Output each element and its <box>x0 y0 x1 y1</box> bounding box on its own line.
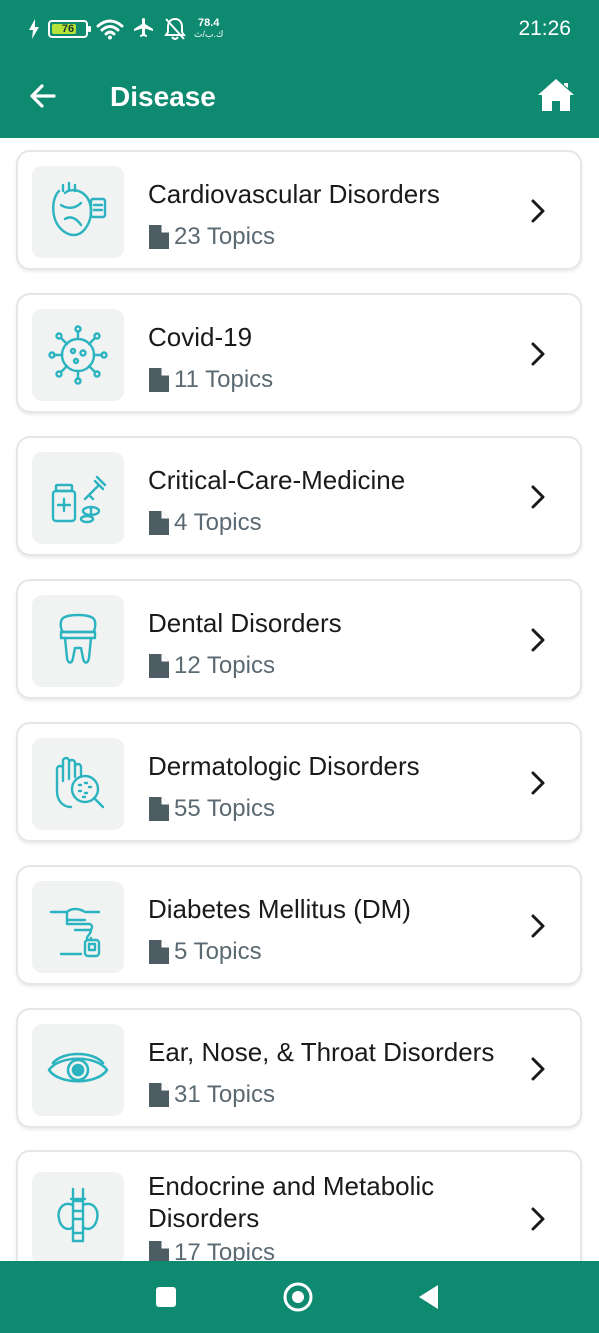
category-name: Endocrine and Metabolic Disorders <box>148 1171 435 1233</box>
topic-count: 11 Topics <box>148 365 273 395</box>
app-bar: Disease <box>0 58 599 138</box>
topic-count-label: 23 Topics <box>174 223 275 250</box>
clock: 21:26 <box>518 17 571 40</box>
airplane-mode-icon <box>134 18 153 37</box>
network-speed-unit: ك.ب/ث <box>194 29 224 39</box>
chevron-right-icon <box>531 628 545 652</box>
topic-count-label: 5 Topics <box>174 938 262 965</box>
battery-icon: 76 <box>48 20 91 38</box>
document-icon <box>149 654 169 678</box>
chevron-right-icon <box>531 771 545 795</box>
topic-count-label: 12 Topics <box>174 652 275 679</box>
category-thumb <box>32 1172 124 1261</box>
topic-count-label: 31 Topics <box>174 1081 275 1108</box>
topic-count: 17 Topics <box>148 1238 275 1261</box>
topic-count: 55 Topics <box>148 794 275 824</box>
topic-count-label: 17 Topics <box>174 1239 275 1261</box>
category-card-dental[interactable]: Dental Disorders 12 Topics <box>16 579 582 699</box>
virus-icon <box>48 325 108 385</box>
network-speed: 78.4 ك.ب/ث <box>194 18 223 40</box>
chevron-right-icon <box>531 342 545 366</box>
home-icon <box>538 79 574 111</box>
category-name: Covid-19 <box>148 322 253 352</box>
document-icon <box>149 511 169 535</box>
chevron-right-icon <box>531 1057 545 1081</box>
document-icon <box>149 368 169 392</box>
topic-count-label: 11 Topics <box>174 366 274 393</box>
battery-level: 76 <box>61 23 75 35</box>
document-icon <box>149 225 169 249</box>
category-card-critical-care[interactable]: Critical-Care-Medicine 4 Topics <box>16 436 582 556</box>
document-icon <box>149 1241 169 1261</box>
category-thumb <box>32 881 124 973</box>
topic-count: 31 Topics <box>148 1080 275 1110</box>
arrow-left-icon <box>30 84 56 108</box>
medicine-syringe-icon <box>51 475 107 524</box>
thyroid-icon <box>57 1187 99 1243</box>
square-icon <box>156 1287 176 1307</box>
glucose-meter-icon <box>49 907 101 958</box>
document-icon <box>149 1083 169 1107</box>
category-card-diabetes[interactable]: Diabetes Mellitus (DM) 5 Topics <box>16 865 582 985</box>
chevron-right-icon <box>531 199 545 223</box>
skin-magnifier-icon <box>55 756 105 809</box>
category-card-covid[interactable]: Covid-19 11 Topics <box>16 293 582 413</box>
chevron-right-icon <box>531 485 545 509</box>
recents-button[interactable] <box>148 1279 184 1315</box>
tooth-icon <box>59 613 97 664</box>
document-icon <box>149 940 169 964</box>
category-name: Dermatologic Disorders <box>148 751 420 781</box>
status-bar: 76 78.4 ك.ب/ث 21:26 <box>0 0 599 58</box>
status-icons: 76 78.4 ك.ب/ث <box>28 16 223 42</box>
back-button[interactable] <box>24 76 64 116</box>
chevron-right-icon <box>531 1207 545 1231</box>
system-nav-bar <box>0 1261 599 1333</box>
home-button[interactable] <box>535 74 577 116</box>
topic-count-label: 4 Topics <box>174 509 262 536</box>
topic-count: 4 Topics <box>148 508 262 538</box>
category-name: Cardiovascular Disorders <box>148 179 440 209</box>
triangle-back-icon <box>419 1285 438 1309</box>
category-thumb <box>32 309 124 401</box>
topic-count: 5 Topics <box>148 937 262 967</box>
charging-icon <box>29 19 39 39</box>
system-home-button[interactable] <box>280 1279 316 1315</box>
muted-bell-icon <box>164 17 186 40</box>
page-title: Disease <box>110 81 216 112</box>
network-speed-value: 78.4 <box>197 17 220 29</box>
category-thumb <box>32 738 124 830</box>
eye-icon <box>47 1052 109 1083</box>
category-card-endocrine[interactable]: Endocrine and Metabolic Disorders 17 Top… <box>16 1150 582 1261</box>
category-card-ent[interactable]: Ear, Nose, & Throat Disorders 31 Topics <box>16 1008 582 1128</box>
category-name: Critical-Care-Medicine <box>148 465 406 495</box>
heart-icon <box>52 181 107 237</box>
top-bar: 76 78.4 ك.ب/ث 21:26 Disease <box>0 0 599 138</box>
category-thumb <box>32 166 124 258</box>
system-back-button[interactable] <box>411 1279 447 1315</box>
category-list[interactable]: Cardiovascular Disorders 23 Topics Covid… <box>0 138 599 1261</box>
category-card-dermatologic[interactable]: Dermatologic Disorders 55 Topics <box>16 722 582 842</box>
category-name: Diabetes Mellitus (DM) <box>148 894 411 924</box>
wifi-icon <box>96 19 124 40</box>
circle-icon <box>283 1282 313 1312</box>
category-name: Dental Disorders <box>148 608 342 638</box>
category-card-cardiovascular[interactable]: Cardiovascular Disorders 23 Topics <box>16 150 582 270</box>
category-name: Ear, Nose, & Throat Disorders <box>148 1037 495 1067</box>
chevron-right-icon <box>531 914 545 938</box>
topic-count-label: 55 Topics <box>174 795 275 822</box>
category-thumb <box>32 1024 124 1116</box>
category-thumb <box>32 452 124 544</box>
topic-count: 12 Topics <box>148 651 275 681</box>
document-icon <box>149 797 169 821</box>
topic-count: 23 Topics <box>148 222 275 252</box>
category-thumb <box>32 595 124 687</box>
